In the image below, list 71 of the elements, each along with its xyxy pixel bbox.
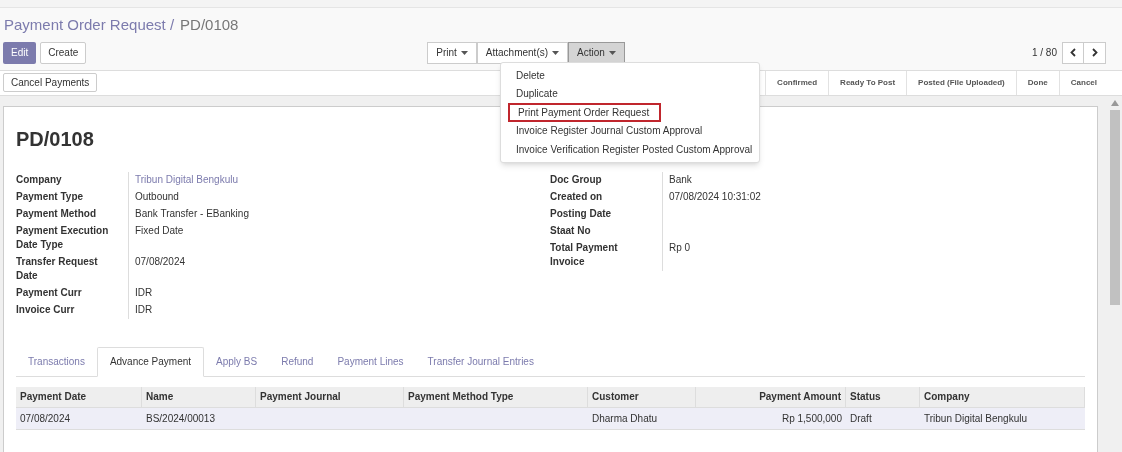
tab[interactable]: Refund <box>269 346 326 377</box>
scroll-up-icon <box>1111 99 1119 106</box>
toolbar-dropdown[interactable]: Action <box>568 41 625 64</box>
status-stage[interactable]: Posted (File Uploaded) <box>906 70 1016 95</box>
field-label: Staat No <box>550 224 592 238</box>
field-label: Payment Execution Date Type <box>16 224 110 252</box>
field-label: Total Payment Invoice <box>550 241 619 269</box>
field-value: Rp 0 <box>669 242 691 253</box>
tab[interactable]: Transfer Journal Entries <box>415 346 546 377</box>
field-label: Invoice Curr <box>16 303 76 317</box>
column-header[interactable]: Name <box>142 386 256 407</box>
edit-button[interactable]: Edit <box>3 41 37 64</box>
column-header[interactable]: Payment Date <box>16 386 142 407</box>
table-cell-text: 07/08/2024 <box>20 411 71 426</box>
table-cell-text: Dharma Dhatu <box>592 411 658 426</box>
scrollbar[interactable] <box>1108 95 1122 452</box>
menu-item[interactable]: Print Payment Order Request <box>508 103 662 122</box>
field-value: 07/08/2024 10:31:02 <box>669 191 761 202</box>
field-value: Bank <box>669 174 692 185</box>
field-value: 07/08/2024 <box>135 256 186 267</box>
field-value: IDR <box>135 287 153 298</box>
status-stage[interactable]: Confirmed <box>765 70 829 95</box>
field-label: Transfer Request Date <box>16 255 99 283</box>
record-title: PD/0108 <box>16 126 94 152</box>
column-header[interactable]: Company <box>920 386 1085 407</box>
field-value: Fixed Date <box>135 225 184 236</box>
tab[interactable]: Transactions <box>16 346 97 377</box>
column-header[interactable]: Payment Amount <box>696 386 846 407</box>
field-label: Payment Type <box>16 190 85 204</box>
table-cell-text: Rp 1,500,000 <box>781 411 842 426</box>
caret-icon <box>552 50 560 55</box>
cancel-payments-button[interactable]: Cancel Payments <box>3 73 98 92</box>
menu-item[interactable]: Duplicate <box>508 84 752 103</box>
table-cell-text: Draft <box>850 411 872 426</box>
table-cell-text: BS/2024/00013 <box>146 411 215 426</box>
status-stage[interactable]: Done <box>1015 70 1059 95</box>
breadcrumb-current: PD/0108 <box>180 15 239 35</box>
caret-icon <box>460 50 468 55</box>
caret-icon <box>608 50 616 55</box>
field-label: Company <box>16 173 63 187</box>
breadcrumb-link[interactable]: Payment Order Request / <box>4 14 175 37</box>
field-value[interactable]: Tribun Digital Bengkulu <box>135 174 239 185</box>
toolbar-dropdown[interactable]: Print <box>427 41 477 64</box>
toolbar-dropdown[interactable]: Attachment(s) <box>476 41 569 64</box>
field-label: Payment Curr <box>16 286 83 300</box>
table-cell-text: Tribun Digital Bengkulu <box>924 411 1028 426</box>
next-button[interactable] <box>1084 41 1106 64</box>
column-header[interactable]: Payment Journal <box>256 386 404 407</box>
field-label: Payment Method <box>16 207 97 221</box>
field-value: Bank Transfer - EBanking <box>135 208 249 219</box>
field-value: IDR <box>135 304 153 315</box>
tab[interactable]: Payment Lines <box>325 346 416 377</box>
field-value: Outbound <box>135 191 179 202</box>
tab[interactable]: Advance Payment <box>96 346 205 377</box>
previous-button[interactable] <box>1062 41 1084 64</box>
menu-item[interactable]: Delete <box>508 66 752 85</box>
tab[interactable]: Apply BS <box>204 346 270 377</box>
create-button[interactable]: Create <box>40 41 87 64</box>
status-stage[interactable]: Cancel <box>1058 70 1108 95</box>
column-header[interactable]: Status <box>846 386 920 407</box>
column-header[interactable]: Payment Method Type <box>404 386 588 407</box>
chevron-left-icon <box>1070 48 1076 57</box>
field-label: Posting Date <box>550 207 613 221</box>
field-label: Created on <box>550 190 604 204</box>
column-header[interactable]: Customer <box>588 386 696 407</box>
chevron-right-icon <box>1091 48 1098 57</box>
pager-text: 1 / 80 <box>1031 46 1057 60</box>
menu-item[interactable]: Invoice Verification Register Posted Custom Approval <box>508 140 752 159</box>
field-label: Doc Group <box>550 173 603 187</box>
status-stage[interactable]: Ready To Post <box>828 70 907 95</box>
menu-item[interactable]: Invoice Register Journal Custom Approval <box>508 121 752 140</box>
